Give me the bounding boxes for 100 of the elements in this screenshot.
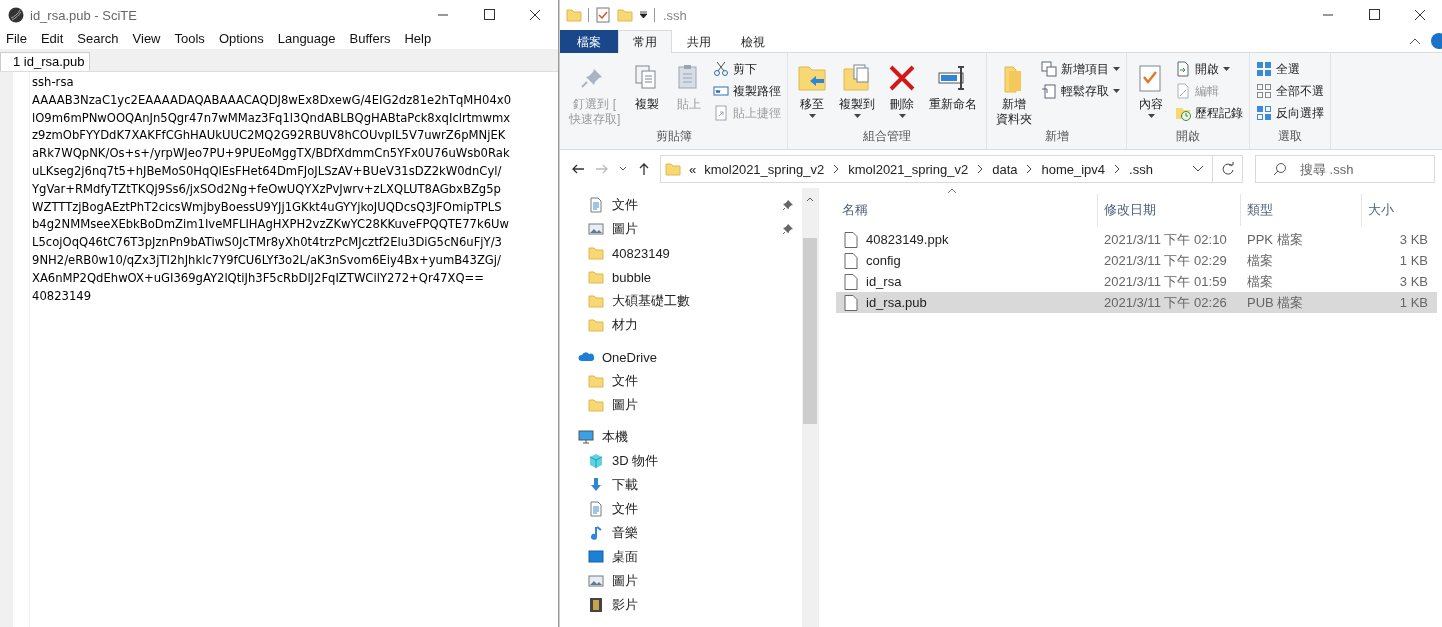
file-name[interactable]: 40823149.ppk <box>866 232 949 247</box>
ribbon-button[interactable]: 複製 <box>629 57 666 128</box>
file-name[interactable]: config <box>866 253 901 268</box>
code-line: L5cojOqQ46tC76T3pJznPn9bATiwS0JcTMr8yXh0t4trzPcMJcztf2Elu3DiG5cN6uFjY/3 <box>32 234 503 252</box>
nav-item[interactable]: OneDrive <box>560 345 802 369</box>
breadcrumb-item[interactable]: data <box>992 161 1018 177</box>
ribbon-button[interactable]: 複製路徑 <box>713 81 782 101</box>
ribbon-button[interactable]: 內容 <box>1133 57 1170 128</box>
ribbon-button[interactable]: 開啟 <box>1175 59 1244 79</box>
collapse-caret-icon[interactable] <box>1409 37 1421 45</box>
refresh-button[interactable] <box>1213 155 1243 183</box>
menu-item[interactable]: Help <box>404 31 432 46</box>
nav-item[interactable]: 桌面 <box>560 545 802 569</box>
select-none-icon <box>1256 83 1273 99</box>
table-cell-text: 2021/3/11 下午 02:29 <box>1103 251 1228 270</box>
chevron-icon <box>976 164 985 174</box>
code-line: XA6nMP2QdEhwOX+uGI369gAY2lQtiJh3F5cRbDlJ2FqIZTWCilY272+Qr47XQ== <box>32 269 485 287</box>
music-note-icon <box>588 525 604 541</box>
table-cell-text: 2021/3/11 下午 01:59 <box>1103 272 1228 291</box>
dropdown-caret-icon <box>1192 165 1204 173</box>
nav-item[interactable]: 3D 物件 <box>560 449 802 473</box>
menu-item[interactable]: File <box>6 31 27 46</box>
ribbon-button[interactable]: 移至 <box>794 57 831 128</box>
menu-item[interactable]: Tools <box>174 31 205 46</box>
nav-item[interactable]: bubble <box>560 265 802 289</box>
scrollbar-thumb[interactable] <box>803 238 817 424</box>
search-field[interactable]: 搜尋 .ssh <box>1255 155 1435 183</box>
ribbon-button[interactable]: 刪除 <box>884 57 921 128</box>
sort-caret-icon[interactable] <box>947 188 957 194</box>
breadcrumb-item[interactable]: .ssh <box>1129 161 1153 177</box>
ribbon-button[interactable]: 剪下 <box>713 59 782 79</box>
ribbon-tab[interactable]: 共用 <box>672 29 726 53</box>
ribbon-button[interactable]: 重新命名 <box>926 57 981 128</box>
move-folder-icon <box>797 63 828 93</box>
ribbon-button[interactable]: 輕鬆存取 <box>1041 81 1121 101</box>
breadcrumb-item[interactable]: kmol2021_spring_v2 <box>704 161 825 177</box>
nav-item[interactable]: 文件 <box>560 497 802 521</box>
ribbon-tab[interactable]: 常用 <box>618 29 672 53</box>
table-cell-text: 2021/3/11 下午 02:26 <box>1103 293 1228 312</box>
nav-item[interactable]: 圖片 <box>560 217 802 241</box>
file-name[interactable]: id_rsa <box>866 274 902 289</box>
ribbon-button[interactable]: 全選 <box>1256 59 1325 79</box>
ribbon-button[interactable]: 歷程記錄 <box>1175 103 1244 123</box>
code-line: z9zmObFYYDdK7XAKFfCGhHAUkUUC2MQ2G92RBUV8hCOUvpIL5V7uwrZ6pMNjEK <box>32 127 507 145</box>
nav-item[interactable]: 40823149 <box>560 241 802 265</box>
nav-item[interactable]: 文件 <box>560 369 802 393</box>
column-header[interactable]: 修改日期 <box>1098 194 1241 226</box>
ribbon-button[interactable]: 反向選擇 <box>1256 103 1325 123</box>
table-cell-text: 2021/3/11 下午 02:10 <box>1103 230 1228 249</box>
dropdown-caret-icon[interactable] <box>639 11 648 19</box>
document-icon <box>588 197 604 213</box>
nav-item[interactable]: 影片 <box>560 593 802 617</box>
file-tab[interactable]: 1 id_rsa.pub <box>0 52 90 71</box>
selected-row[interactable]: id_rsa.pub 2021/3/11 下午 02:26 PUB 檔案 1 KB <box>836 292 1437 313</box>
nav-item[interactable]: 大碩基礎工數 <box>560 289 802 313</box>
ribbon-tab[interactable]: 檢視 <box>726 29 780 53</box>
invert-selection-icon <box>1256 105 1273 121</box>
file-name[interactable]: id_rsa.pub <box>866 295 927 310</box>
column-header[interactable]: 名稱 <box>836 194 1098 226</box>
checklist-icon[interactable] <box>595 7 611 23</box>
address-bar[interactable]: « kmol2021_spring_v2 kmol2021_spring_v2 data home_ipv4 .ssh <box>660 155 1213 183</box>
breadcrumb-item[interactable]: kmol2021_spring_v2 <box>848 161 969 177</box>
nav-item[interactable]: 文件 <box>560 193 802 217</box>
ribbon-tab[interactable]: 檔案 <box>560 29 618 53</box>
menu-item[interactable]: Buffers <box>349 31 391 46</box>
breadcrumb-item[interactable]: home_ipv4 <box>1041 161 1106 177</box>
nav-item[interactable]: 音樂 <box>560 521 802 545</box>
menu-item[interactable]: View <box>132 31 161 46</box>
folder-icon <box>588 373 604 389</box>
easy-access-icon <box>1041 83 1058 99</box>
code-line: YgVar+RMdfyTZtTKQj9Ss6/jxSOd2Ng+feOwUQYXzPvJwrv+zLXQLUT8AGbxBZg5p <box>32 180 502 198</box>
group-label: 開啟 <box>1175 128 1202 145</box>
ribbon-button[interactable]: 複製到 <box>836 57 879 128</box>
computer-icon <box>578 429 594 445</box>
search-icon <box>1273 162 1287 176</box>
ribbon-button[interactable]: 新增項目 <box>1041 59 1121 79</box>
menu-item[interactable]: Edit <box>40 31 64 46</box>
menu-item[interactable]: Options <box>218 31 264 46</box>
nav-item[interactable]: 圖片 <box>560 393 802 417</box>
recent-caret-icon[interactable] <box>618 165 628 173</box>
code-line: aRk7WQpNK/Os+s+/yrpWJeo7PU+9PUEoMggTX/BDfXdmmCn5YFx0U76uWsb0Rak <box>32 145 511 163</box>
chevron-icon <box>1025 164 1034 174</box>
nav-item[interactable]: 本機 <box>560 425 802 449</box>
code-line: ssh-rsa <box>32 74 75 91</box>
menu-item[interactable]: Language <box>277 31 336 46</box>
column-header[interactable]: 大小 <box>1362 194 1432 226</box>
chevron-icon <box>1113 164 1122 174</box>
table-cell-text: 1 KB <box>1398 295 1429 310</box>
nav-item[interactable]: 材力 <box>560 313 802 337</box>
breadcrumb-item[interactable]: « <box>689 161 697 177</box>
ribbon-button[interactable]: 新增 資料夾 <box>993 57 1036 128</box>
folder-icon <box>588 245 604 261</box>
nav-item[interactable]: 圖片 <box>560 569 802 593</box>
nav-item[interactable]: 下載 <box>560 473 802 497</box>
ribbon-button[interactable]: 全部不選 <box>1256 81 1325 101</box>
scroll-up-icon[interactable] <box>806 196 814 202</box>
menu-item[interactable]: Search <box>77 31 119 46</box>
column-header[interactable]: 類型 <box>1241 194 1362 226</box>
folder-icon <box>665 161 681 177</box>
shortcut-icon <box>713 105 730 121</box>
